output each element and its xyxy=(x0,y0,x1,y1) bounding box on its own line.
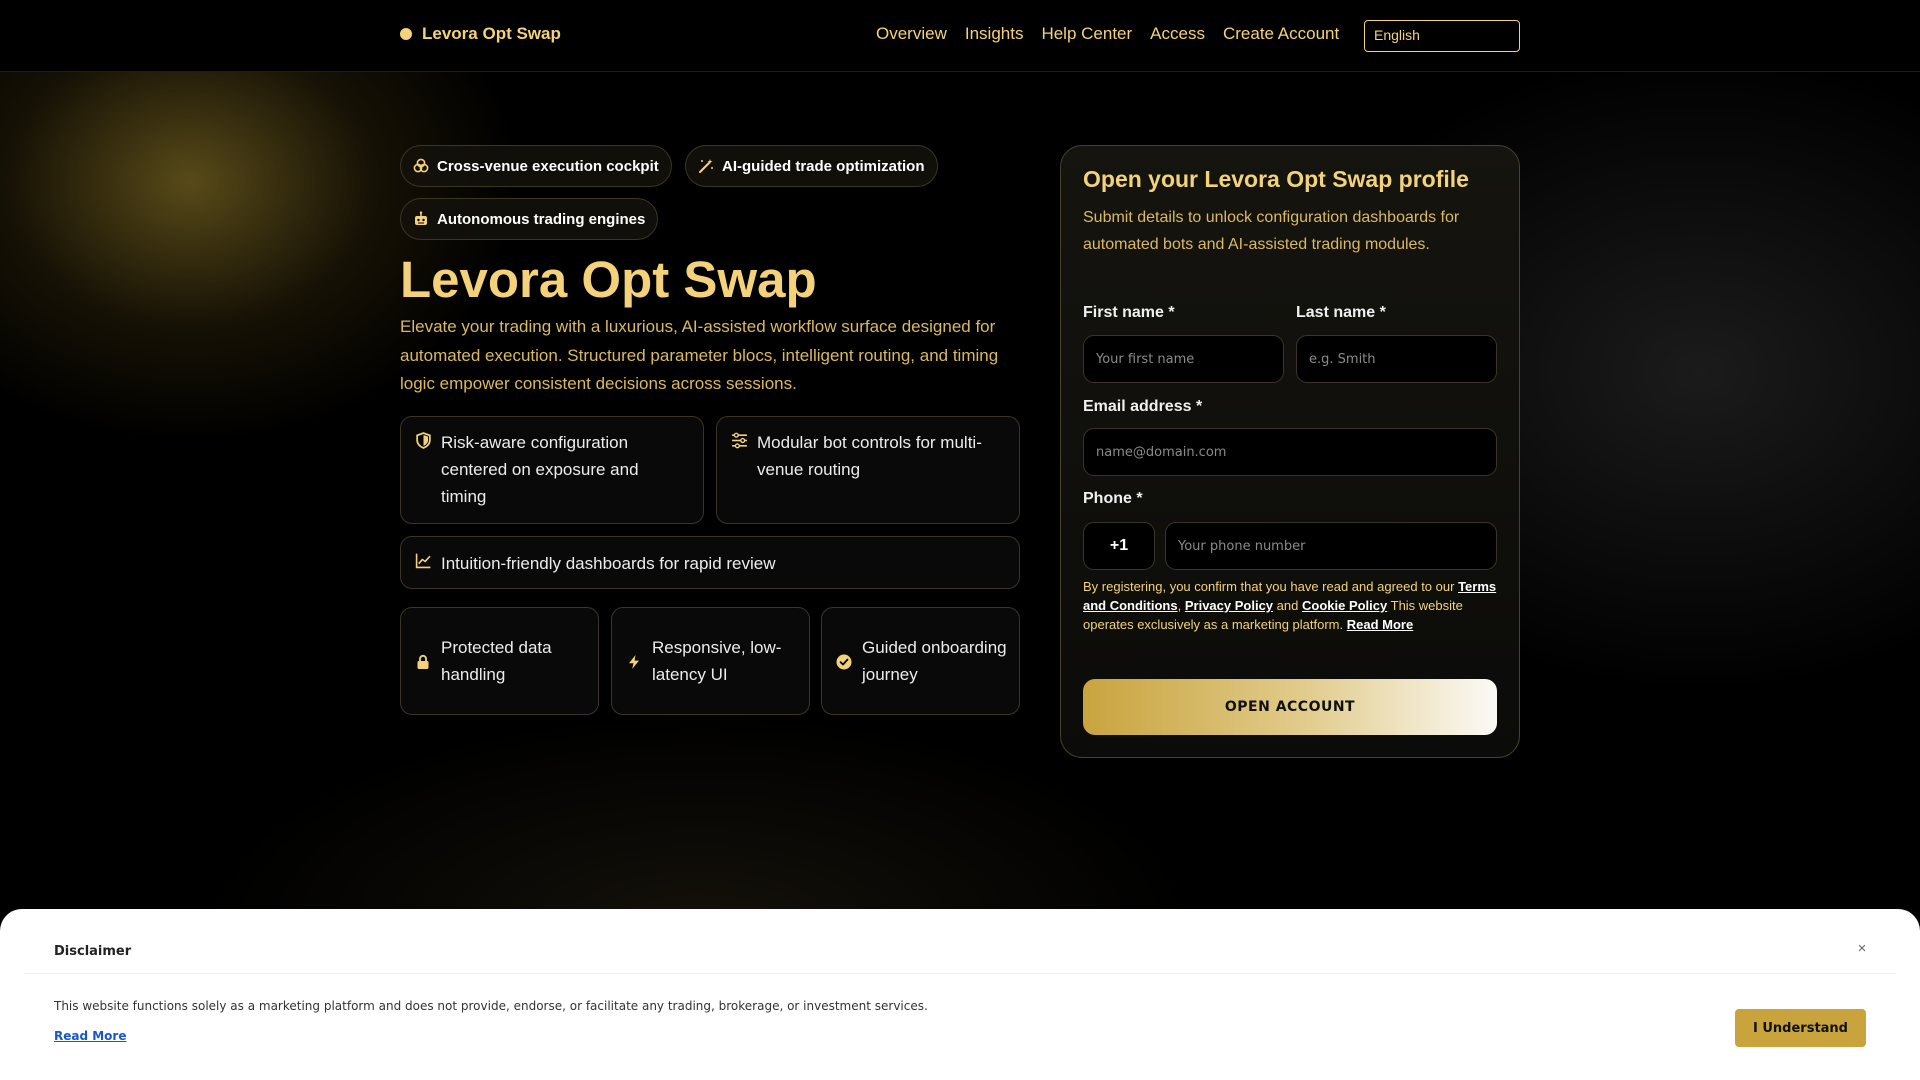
open-account-button[interactable]: OPEN ACCOUNT xyxy=(1083,679,1497,735)
first-name-label: First name * xyxy=(1083,304,1175,321)
lock-icon xyxy=(417,654,429,669)
close-icon[interactable]: × xyxy=(1854,941,1870,957)
line-chart-icon xyxy=(415,553,431,569)
email-input[interactable] xyxy=(1083,428,1497,476)
brand[interactable]: Levora Opt Swap xyxy=(400,24,561,44)
badge-text: Responsive, low-latency UI xyxy=(652,638,782,684)
coins-icon xyxy=(413,158,429,173)
magic-wand-icon xyxy=(699,159,713,173)
check-circle-icon xyxy=(836,654,852,670)
feature-text: Modular bot controls for multi-venue rou… xyxy=(757,433,982,479)
form-title: Open your Levora Opt Swap profile xyxy=(1083,166,1469,192)
brand-name: Levora Opt Swap xyxy=(422,24,561,43)
privacy-link[interactable]: Privacy Policy xyxy=(1185,598,1273,613)
disclaimer-text: This website functions solely as a marke… xyxy=(54,999,928,1013)
consent-read-more-link[interactable]: Read More xyxy=(1347,617,1413,632)
top-nav: Levora Opt Swap Overview Insights Help C… xyxy=(0,0,1920,72)
consent-comma: , xyxy=(1177,598,1182,613)
disclaimer-divider xyxy=(24,973,1896,974)
hero-description: Elevate your trading with a luxurious, A… xyxy=(400,317,999,393)
nav-link-insights[interactable]: Insights xyxy=(965,24,1024,44)
feature-card-modular: Modular bot controls for multi-venue rou… xyxy=(716,416,1020,524)
chip-cross-venue: Cross-venue execution cockpit xyxy=(400,145,672,187)
feature-card-risk: Risk-aware configuration centered on exp… xyxy=(400,416,704,524)
feature-text: Risk-aware configuration centered on exp… xyxy=(441,433,639,506)
form-subtitle: Submit details to unlock configuration d… xyxy=(1083,209,1460,253)
shield-icon xyxy=(416,432,431,449)
nav-link-help-center[interactable]: Help Center xyxy=(1041,24,1132,44)
first-name-input[interactable] xyxy=(1083,335,1284,383)
chip-autonomous: Autonomous trading engines xyxy=(400,198,659,240)
disclaimer-banner: Disclaimer × This website functions sole… xyxy=(0,909,1920,1080)
consent-and: and xyxy=(1276,598,1299,613)
feature-text: Intuition-friendly dashboards for rapid … xyxy=(441,554,776,573)
brand-dot-icon xyxy=(400,28,412,40)
last-name-label: Last name * xyxy=(1296,304,1386,321)
sliders-icon xyxy=(732,432,747,449)
nav-links: Overview Insights Help Center Access Cre… xyxy=(876,24,1339,44)
nav-link-create-account[interactable]: Create Account xyxy=(1223,24,1339,44)
chip-label: Autonomous trading engines xyxy=(437,210,646,228)
phone-input[interactable] xyxy=(1165,522,1497,570)
badge-onboarding: Guided onboarding journey xyxy=(821,607,1020,715)
nav-link-access[interactable]: Access xyxy=(1150,24,1205,44)
phone-country-code[interactable]: +1 xyxy=(1083,522,1155,570)
last-name-input[interactable] xyxy=(1296,335,1497,383)
hero-title: Levora Opt Swap xyxy=(400,251,817,308)
email-label: Email address * xyxy=(1083,398,1203,415)
chip-label: Cross-venue execution cockpit xyxy=(437,157,659,175)
consent-text: By registering, you confirm that you hav… xyxy=(1083,577,1503,634)
bolt-icon xyxy=(629,655,639,669)
badge-low-latency: Responsive, low-latency UI xyxy=(611,607,810,715)
nav-link-overview[interactable]: Overview xyxy=(876,24,947,44)
badge-protected-data: Protected data handling xyxy=(400,607,599,715)
robot-icon xyxy=(415,211,427,225)
consent-intro: By registering, you confirm that you hav… xyxy=(1083,579,1455,594)
chip-ai-guided: AI-guided trade optimization xyxy=(685,145,938,187)
badge-text: Guided onboarding journey xyxy=(862,638,1007,684)
disclaimer-read-more-link[interactable]: Read More xyxy=(54,1029,127,1043)
i-understand-button[interactable]: I Understand xyxy=(1735,1009,1866,1047)
phone-label: Phone * xyxy=(1083,490,1143,507)
feature-card-dashboards: Intuition-friendly dashboards for rapid … xyxy=(400,536,1020,589)
disclaimer-title: Disclaimer xyxy=(54,944,132,959)
signup-form-panel: Open your Levora Opt Swap profile Submit… xyxy=(1060,145,1520,758)
badge-text: Protected data handling xyxy=(441,638,552,684)
cookie-link[interactable]: Cookie Policy xyxy=(1302,598,1387,613)
chip-label: AI-guided trade optimization xyxy=(722,157,925,175)
language-select[interactable]: English xyxy=(1364,20,1520,52)
